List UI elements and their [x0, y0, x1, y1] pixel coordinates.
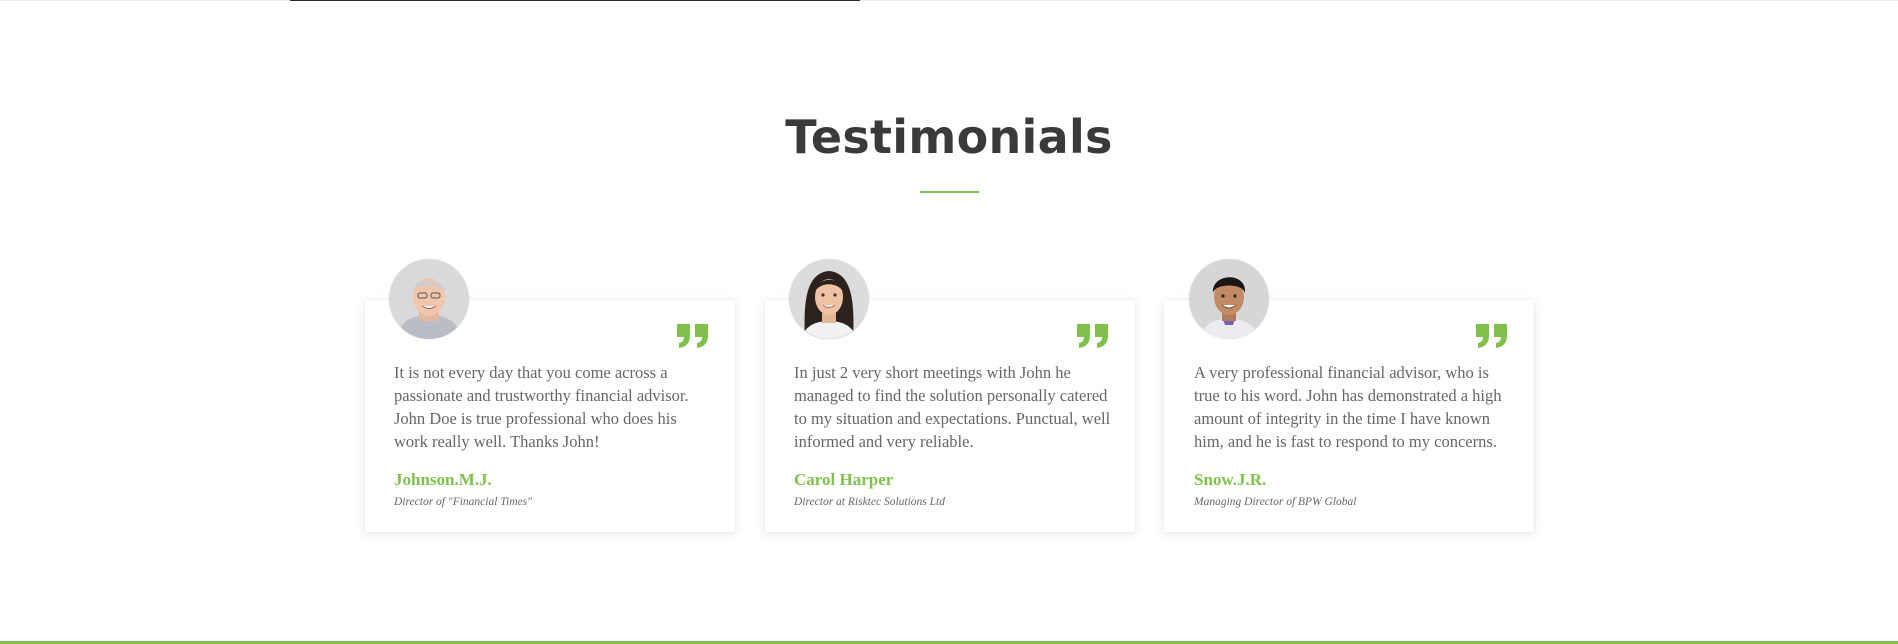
author-name: Johnson.M.J. — [394, 470, 492, 489]
author-role: Director of "Financial Times" — [394, 496, 532, 508]
testimonial-quote: It is not every day that you come across… — [394, 363, 689, 451]
top-bar-fragment — [290, 0, 860, 1]
author-name: Snow.J.R. — [1194, 470, 1267, 489]
quote-icon — [1077, 324, 1108, 348]
author-role: Director at Risktec Solutions Ltd — [794, 496, 945, 508]
title-underline — [920, 191, 979, 193]
top-divider — [0, 0, 1898, 1]
author-name: Carol Harper — [794, 470, 894, 489]
quote-icon — [1476, 324, 1507, 348]
testimonial-quote: In just 2 very short meetings with John … — [794, 363, 1111, 451]
quote-icon — [677, 324, 708, 348]
testimonials-page: Testimonials It is not every day that yo… — [0, 0, 1898, 644]
avatar-young-man-photo — [1189, 259, 1269, 339]
avatar-woman-photo — [789, 259, 869, 339]
section-title: Testimonials — [785, 110, 1113, 164]
avatar-older-man-photo — [389, 259, 469, 339]
author-role: Managing Director of BPW Global — [1194, 496, 1357, 508]
testimonial-quote: A very professional financial advisor, w… — [1194, 363, 1502, 451]
